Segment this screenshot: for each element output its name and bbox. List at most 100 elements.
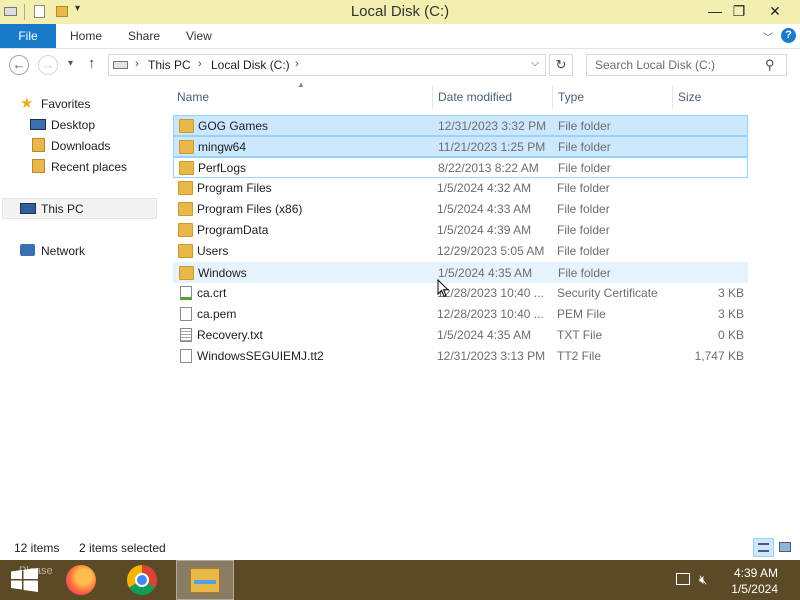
drive-icon <box>113 61 128 69</box>
folder-icon <box>178 181 193 195</box>
file-explorer-icon <box>194 580 216 584</box>
file-date: 1/5/2024 4:39 AM <box>437 223 532 237</box>
chrome-center-icon <box>135 573 149 587</box>
chrome-icon[interactable] <box>127 565 157 595</box>
tab-file[interactable]: File <box>0 24 56 48</box>
tab-share[interactable]: Share <box>128 24 160 48</box>
close-button[interactable]: ✕ <box>752 0 798 22</box>
title-bar[interactable]: ▾ Local Disk (C:) — ❐ ✕ <box>0 0 800 24</box>
taskbar-file-explorer-button[interactable] <box>176 560 234 600</box>
file-date: 1/5/2024 4:32 AM <box>437 181 532 195</box>
file-row[interactable]: ProgramData 1/5/2024 4:39 AM File folder <box>173 220 748 241</box>
expand-ribbon-icon[interactable]: ﹀ <box>763 29 773 44</box>
volume-muted-icon[interactable]: 🔇︎ <box>699 572 707 588</box>
breadcrumb-this-pc[interactable]: This PC <box>148 58 191 72</box>
file-row[interactable]: Recovery.txt 1/5/2024 4:35 AM TXT File 0 KB <box>173 325 748 346</box>
file-row[interactable]: mingw64 11/21/2023 1:25 PM File folder <box>173 136 748 157</box>
column-header-size[interactable]: Size <box>678 90 701 104</box>
minimize-button[interactable]: — <box>702 0 728 22</box>
file-row[interactable]: Users 12/29/2023 5:05 AM File folder <box>173 241 748 262</box>
nav-this-pc[interactable]: This PC <box>41 202 84 216</box>
network-tray-icon[interactable] <box>676 573 690 585</box>
nav-downloads[interactable]: Downloads <box>51 139 110 153</box>
search-input[interactable] <box>586 54 787 76</box>
sort-arrow-icon: ▲ <box>297 80 305 89</box>
file-date: 1/5/2024 4:35 AM <box>438 266 533 280</box>
back-button[interactable]: ← <box>9 55 29 75</box>
file-row[interactable]: ca.pem 12/28/2023 10:40 ... PEM File 3 KB <box>173 304 748 325</box>
file-row[interactable]: Program Files 1/5/2024 4:32 AM File folder <box>173 178 748 199</box>
ribbon: File Home Share View ﹀ ? <box>0 24 800 49</box>
file-name: Users <box>197 244 229 258</box>
chevron-right-icon[interactable]: › <box>198 58 202 70</box>
file-type: File folder <box>557 223 610 237</box>
clock-date[interactable]: 1/5/2024 <box>720 582 778 596</box>
file-size: 0 KB <box>717 328 744 342</box>
item-count: 12 items <box>14 541 60 555</box>
window-title: Local Disk (C:) <box>350 3 450 20</box>
file-date: 8/22/2013 8:22 AM <box>438 161 539 175</box>
file-name: ca.crt <box>197 286 227 300</box>
file-date: 12/28/2023 10:40 ... <box>437 307 544 321</box>
details-view-icon <box>758 543 769 552</box>
file-name: PerfLogs <box>198 161 247 175</box>
column-header-name[interactable]: Name <box>177 90 209 104</box>
file-date: 12/31/2023 3:13 PM <box>437 349 546 363</box>
firefox-icon[interactable] <box>66 565 96 595</box>
tab-view[interactable]: View <box>186 24 212 48</box>
maximize-button[interactable]: ❐ <box>726 0 752 22</box>
nav-recent-places[interactable]: Recent places <box>51 160 127 174</box>
clock-time[interactable]: 4:39 AM <box>720 566 778 580</box>
column-header-date[interactable]: Date modified <box>438 90 512 104</box>
column-divider[interactable] <box>432 86 433 108</box>
column-header-type[interactable]: Type <box>558 90 584 104</box>
file-type: File folder <box>558 119 611 133</box>
file-type: File folder <box>557 181 610 195</box>
taskbar-watermark-text: Please <box>19 565 53 577</box>
address-dropdown-icon[interactable]: ⌵ <box>531 57 539 70</box>
forward-button[interactable]: → <box>38 55 58 75</box>
file-row[interactable]: GOG Games 12/31/2023 3:32 PM File folder <box>173 115 748 136</box>
folder-icon <box>179 266 194 280</box>
chevron-right-icon[interactable]: › <box>295 58 299 70</box>
folder-icon <box>179 140 194 154</box>
file-row[interactable]: PerfLogs 8/22/2013 8:22 AM File folder <box>173 157 748 178</box>
desktop-icon <box>30 119 46 130</box>
details-view-button[interactable] <box>753 538 774 557</box>
column-divider[interactable] <box>672 86 673 108</box>
file-size: 3 KB <box>717 307 744 321</box>
up-arrow-icon[interactable]: ↑ <box>88 55 96 72</box>
file-row[interactable]: Windows 1/5/2024 4:35 AM File folder <box>173 262 748 283</box>
file-type: File folder <box>557 202 610 216</box>
tab-home[interactable]: Home <box>70 24 102 48</box>
file-type: File folder <box>557 244 610 258</box>
large-icons-view-icon <box>779 542 791 552</box>
file-date: 1/5/2024 4:35 AM <box>437 328 532 342</box>
file-date: 12/28/2023 10:40 ... <box>437 286 544 300</box>
file-row[interactable]: Program Files (x86) 1/5/2024 4:33 AM File … <box>173 199 748 220</box>
file-type: File folder <box>558 161 611 175</box>
nav-network[interactable]: Network <box>41 244 85 258</box>
large-icons-view-button[interactable] <box>776 538 795 557</box>
file-name: Windows <box>198 266 247 280</box>
folder-icon <box>179 119 194 133</box>
folder-icon <box>178 244 193 258</box>
address-bar[interactable]: › This PC › Local Disk (C:) › ⌵ <box>108 54 546 76</box>
downloads-icon <box>32 138 45 152</box>
computer-icon <box>20 203 36 214</box>
nav-favorites[interactable]: Favorites <box>41 97 90 111</box>
file-row[interactable]: WindowsSEGUIEMJ.tt2 12/31/2023 3:13 PM TT2… <box>173 346 748 367</box>
file-type: TT2 File <box>557 349 602 363</box>
refresh-icon[interactable]: ↻ <box>549 54 573 76</box>
file-row[interactable]: ca.crt 12/28/2023 10:40 ... Security Certi… <box>173 283 748 304</box>
column-divider[interactable] <box>552 86 553 108</box>
search-icon[interactable]: ⚲ <box>765 57 775 73</box>
breadcrumb-local-disk[interactable]: Local Disk (C:) <box>211 58 290 72</box>
nav-desktop[interactable]: Desktop <box>51 118 95 132</box>
chevron-right-icon[interactable]: › <box>135 58 139 70</box>
help-icon[interactable]: ? <box>781 28 796 43</box>
recent-locations-icon[interactable]: ▾ <box>68 58 73 69</box>
file-name: mingw64 <box>198 140 247 154</box>
file-name: WindowsSEGUIEMJ.tt2 <box>197 349 324 363</box>
folder-icon <box>179 161 194 175</box>
